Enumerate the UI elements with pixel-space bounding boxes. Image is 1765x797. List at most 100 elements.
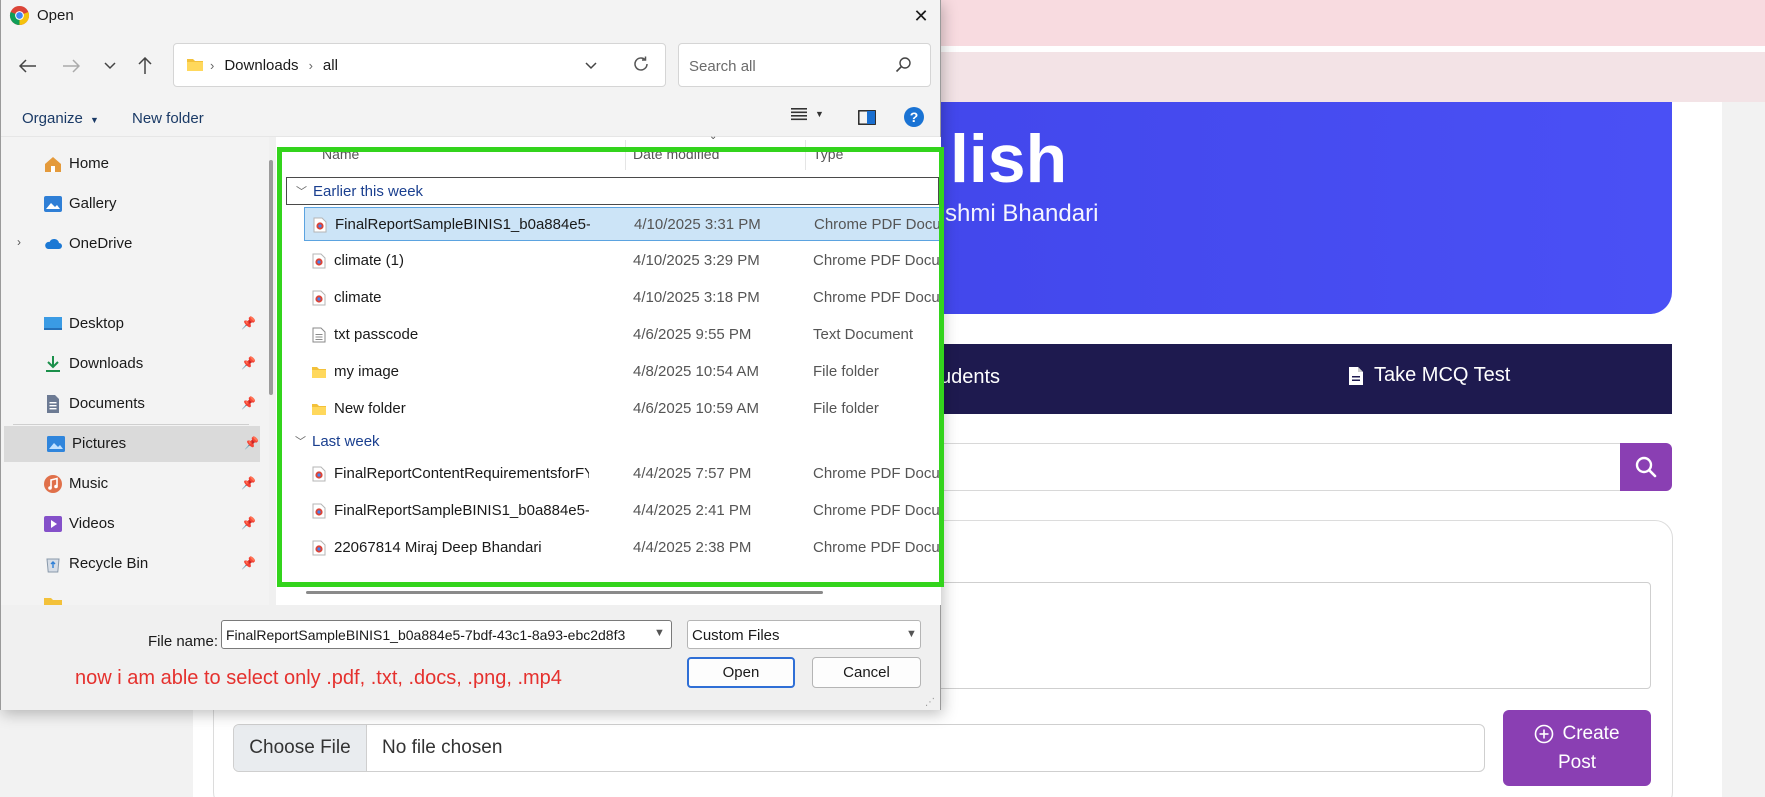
list-view-icon — [791, 108, 807, 121]
sort-indicator-icon: ⌄ — [709, 131, 718, 142]
nav-item-label: Gallery — [69, 195, 117, 212]
nav-item-music[interactable]: Music 📌 — [1, 466, 259, 502]
post-search-button[interactable] — [1620, 443, 1672, 491]
organize-menu[interactable]: Organize ▼ — [22, 110, 99, 127]
nav-item-videos[interactable]: Videos 📌 — [1, 506, 259, 542]
breadcrumb: › Downloads › all — [210, 57, 338, 74]
dialog-titlebar: Open ✕ — [1, 0, 940, 31]
nav-mcq-link[interactable]: Take MCQ Test — [1348, 364, 1510, 387]
forward-arrow-icon[interactable] — [56, 53, 86, 79]
nav-divider — [13, 424, 249, 425]
nav-item-gallery[interactable]: Gallery — [1, 186, 259, 222]
chevron-right-icon[interactable]: › — [17, 235, 21, 249]
nav-item-home[interactable]: Home — [1, 146, 259, 182]
nav-item-pictures[interactable]: Pictures 📌 — [4, 426, 260, 462]
hero-subtitle: shmi Bhandari — [945, 200, 1099, 227]
pin-icon: 📌 — [244, 436, 259, 450]
choose-file-button[interactable]: Choose File — [234, 725, 367, 771]
nav-pane-scrollbar[interactable] — [269, 160, 273, 395]
folder-icon — [187, 59, 203, 71]
nav-item-desktop[interactable]: Desktop 📌 — [1, 306, 259, 342]
file-name-value: FinalReportSampleBINIS1_b0a884e5-7bdf-43… — [226, 627, 626, 643]
pin-icon: 📌 — [241, 476, 256, 490]
address-dropdown-icon[interactable] — [584, 58, 598, 75]
close-icon[interactable]: ✕ — [906, 4, 936, 28]
open-button[interactable]: Open — [687, 657, 795, 688]
file-type-select[interactable]: Custom Files ▼ — [687, 620, 921, 649]
folder-icon — [44, 598, 62, 605]
pin-icon: 📌 — [241, 516, 256, 530]
new-folder-button[interactable]: New folder — [132, 110, 204, 127]
create-post-button[interactable]: Create Post — [1503, 710, 1651, 786]
breadcrumb-downloads[interactable]: Downloads — [224, 57, 298, 74]
file-input[interactable]: Choose File No file chosen — [233, 724, 1485, 772]
file-name-label: File name: — [148, 633, 219, 650]
nav-mcq-label: Take MCQ Test — [1374, 364, 1511, 386]
cloud-icon — [45, 238, 62, 249]
home-icon — [45, 157, 61, 172]
nav-item-downloads[interactable]: Downloads 📌 — [1, 346, 259, 382]
search-icon — [1635, 456, 1657, 478]
gallery-icon — [44, 196, 62, 212]
pin-icon: 📌 — [241, 316, 256, 330]
chevron-down-icon: ▼ — [90, 115, 99, 125]
dialog-toolbar: Organize ▼ New folder ▼ ? — [1, 99, 940, 137]
documents-icon — [47, 395, 59, 413]
file-name-input[interactable]: FinalReportSampleBINIS1_b0a884e5-7bdf-43… — [221, 620, 672, 649]
music-icon — [44, 475, 62, 493]
chevron-down-icon: ▼ — [815, 109, 824, 119]
pictures-icon — [47, 436, 65, 452]
post-textarea[interactable] — [935, 582, 1651, 689]
pin-icon: 📌 — [241, 396, 256, 410]
nav-item-label: Recycle Bin — [69, 555, 149, 572]
address-row: › Downloads › all — [1, 31, 940, 99]
help-icon[interactable]: ? — [904, 107, 924, 127]
breadcrumb-all[interactable]: all — [323, 57, 338, 74]
dialog-search-box[interactable] — [678, 43, 931, 87]
nav-item-label: Music — [69, 475, 109, 492]
nav-item-recycle-bin[interactable]: Recycle Bin 📌 — [1, 546, 259, 582]
nav-item-label: Home — [69, 155, 110, 172]
download-icon — [46, 356, 60, 372]
no-file-label: No file chosen — [382, 737, 503, 758]
back-arrow-icon[interactable] — [13, 53, 43, 79]
nav-item-label: Desktop — [69, 315, 125, 332]
file-list-scrollbar[interactable] — [306, 591, 823, 594]
preview-pane-icon[interactable] — [858, 110, 876, 129]
navigation-pane: Home Gallery › OneDrive Desktop 📌 Downlo… — [1, 137, 269, 605]
cancel-button[interactable]: Cancel — [812, 657, 921, 688]
search-icon[interactable] — [895, 56, 912, 73]
desktop-icon — [44, 317, 62, 330]
organize-label: Organize — [22, 110, 83, 127]
resize-grip-icon[interactable]: ⋰ — [925, 697, 935, 708]
up-arrow-icon[interactable] — [130, 53, 160, 79]
highlight-frame — [277, 147, 944, 587]
videos-icon — [44, 516, 62, 532]
pin-icon: 📌 — [241, 356, 256, 370]
chrome-app-icon — [9, 5, 30, 26]
breadcrumb-separator-icon: › — [308, 58, 313, 73]
view-options-button[interactable]: ▼ — [791, 107, 824, 121]
nav-item-onedrive[interactable]: › OneDrive — [1, 226, 259, 262]
document-icon — [1349, 366, 1363, 385]
dialog-search-input[interactable] — [689, 55, 889, 77]
nav-item-documents[interactable]: Documents 📌 — [1, 386, 259, 422]
annotation-text: now i am able to select only .pdf, .txt,… — [75, 667, 562, 689]
nav-item-label: Videos — [69, 515, 115, 532]
recent-locations-chevron-icon[interactable] — [95, 53, 125, 79]
nav-item-folder-partial[interactable] — [1, 586, 259, 605]
chevron-down-icon[interactable]: ▼ — [654, 627, 665, 639]
open-file-dialog: Open ✕ › Downloads › all Search all Orga… — [0, 0, 944, 710]
nav-students-link[interactable]: udents — [940, 366, 1000, 389]
refresh-icon[interactable] — [632, 55, 650, 77]
nav-item-label: OneDrive — [69, 235, 133, 252]
address-bar[interactable]: › Downloads › all — [173, 43, 666, 87]
hero-title: lish — [950, 121, 1068, 197]
dialog-title: Open — [37, 7, 74, 24]
post-search-input[interactable] — [830, 443, 1620, 491]
dialog-footer: File name: FinalReportSampleBINIS1_b0a88… — [1, 605, 940, 710]
recycle-bin-icon — [46, 558, 60, 573]
create-post-label-1: Create — [1562, 723, 1620, 744]
pin-icon: 📌 — [241, 556, 256, 570]
nav-item-label: Pictures — [72, 435, 127, 452]
